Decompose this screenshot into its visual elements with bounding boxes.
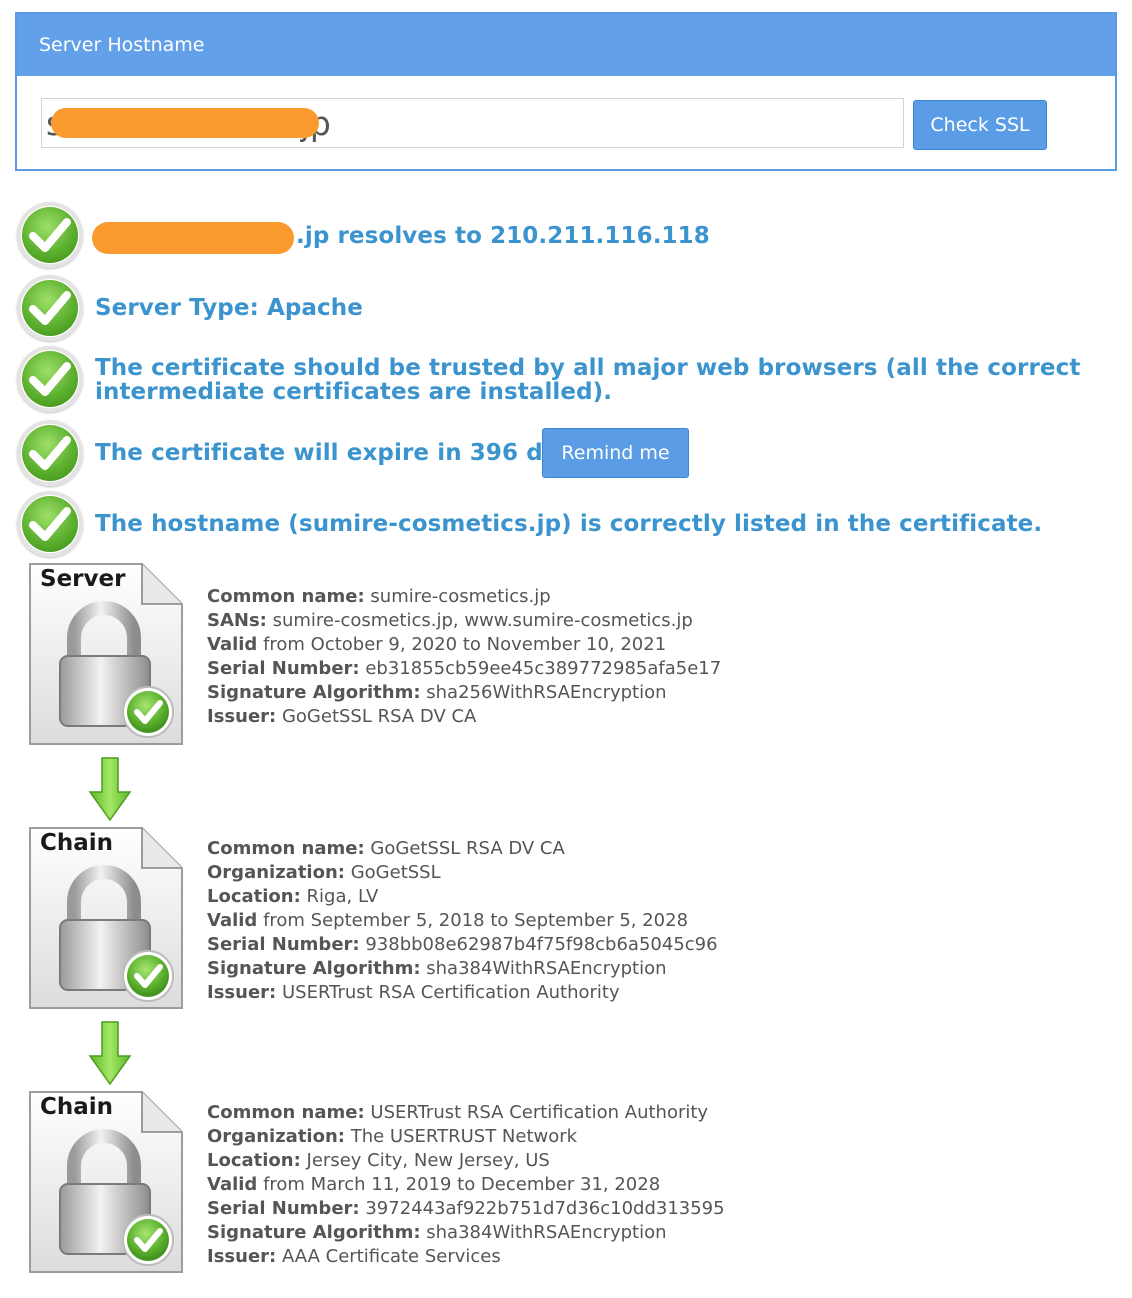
cert-label: Chain — [40, 1094, 114, 1120]
check-ssl-button[interactable]: Check SSL — [913, 100, 1047, 150]
field-key: Issuer: — [207, 706, 277, 727]
result-trusted: The certificate should be trusted by all… — [95, 355, 1081, 405]
check-icon — [17, 346, 83, 412]
field-key: Common name: — [207, 1102, 365, 1123]
redaction-mark — [51, 108, 319, 138]
panel-title: Server Hostname — [17, 14, 1115, 76]
valid-range: from March 11, 2019 to December 31, 2028 — [263, 1174, 661, 1195]
location: Riga, LV — [306, 886, 379, 907]
field-key: Signature Algorithm: — [207, 682, 421, 703]
hostname-panel: Server Hostname Check SSL — [15, 12, 1117, 171]
location: Jersey City, New Jersey, US — [306, 1150, 550, 1171]
result-server-type: Server Type: Apache — [95, 295, 363, 321]
check-icon — [17, 275, 83, 341]
result-resolves: .jp resolves to 210.211.116.118 — [296, 223, 710, 249]
field-key: Issuer: — [207, 1246, 277, 1267]
serial-number: 938bb08e62987b4f75f98cb6a5045c96 — [365, 934, 718, 955]
field-key: Common name: — [207, 586, 365, 607]
issuer: USERTrust RSA Certification Authority — [281, 982, 620, 1003]
field-key: Valid — [207, 1174, 258, 1195]
signature-algorithm: sha384WithRSAEncryption — [426, 1222, 667, 1243]
common-name: GoGetSSL RSA DV CA — [370, 838, 565, 859]
field-key: SANs: — [207, 610, 267, 631]
server-cert-details: Common name: sumire-cosmetics.jp SANs: s… — [207, 585, 721, 729]
field-key: Valid — [207, 910, 258, 931]
serial-number: eb31855cb59ee45c389772985afa5e17 — [365, 658, 722, 679]
common-name: USERTrust RSA Certification Authority — [370, 1102, 709, 1123]
issuer: AAA Certificate Services — [281, 1246, 501, 1267]
field-key: Serial Number: — [207, 1198, 360, 1219]
field-key: Organization: — [207, 1126, 345, 1147]
organization: The USERTRUST Network — [350, 1126, 578, 1147]
result-hostname: The hostname (sumire-cosmetics.jp) is co… — [95, 511, 1043, 537]
field-key: Location: — [207, 1150, 301, 1171]
issuer: GoGetSSL RSA DV CA — [281, 706, 477, 727]
common-name: sumire-cosmetics.jp — [370, 586, 551, 607]
field-key: Location: — [207, 886, 301, 907]
valid-range: from September 5, 2018 to September 5, 2… — [263, 910, 689, 931]
field-key: Serial Number: — [207, 658, 360, 679]
organization: GoGetSSL — [350, 862, 441, 883]
check-icon — [17, 202, 83, 268]
signature-algorithm: sha384WithRSAEncryption — [426, 958, 667, 979]
down-arrow-icon — [88, 757, 132, 822]
result-expiry: The certificate will expire in 396 days. — [95, 440, 596, 466]
serial-number: 3972443af922b751d7d36c10dd313595 — [365, 1198, 725, 1219]
check-icon — [17, 420, 83, 486]
signature-algorithm: sha256WithRSAEncryption — [426, 682, 667, 703]
valid-range: from October 9, 2020 to November 10, 202… — [263, 634, 667, 655]
check-icon — [17, 491, 83, 557]
chain1-cert-details: Common name: GoGetSSL RSA DV CA Organiza… — [207, 837, 718, 1005]
field-key: Valid — [207, 634, 258, 655]
sans: sumire-cosmetics.jp, www.sumire-cosmetic… — [272, 610, 693, 631]
field-key: Issuer: — [207, 982, 277, 1003]
field-key: Signature Algorithm: — [207, 958, 421, 979]
down-arrow-icon — [88, 1021, 132, 1086]
chain2-cert-details: Common name: USERTrust RSA Certification… — [207, 1101, 725, 1269]
redaction-mark — [92, 222, 294, 254]
field-key: Serial Number: — [207, 934, 360, 955]
field-key: Common name: — [207, 838, 365, 859]
cert-label: Server — [40, 566, 126, 592]
field-key: Signature Algorithm: — [207, 1222, 421, 1243]
remind-me-button[interactable]: Remind me — [542, 428, 689, 478]
cert-label: Chain — [40, 830, 114, 856]
field-key: Organization: — [207, 862, 345, 883]
